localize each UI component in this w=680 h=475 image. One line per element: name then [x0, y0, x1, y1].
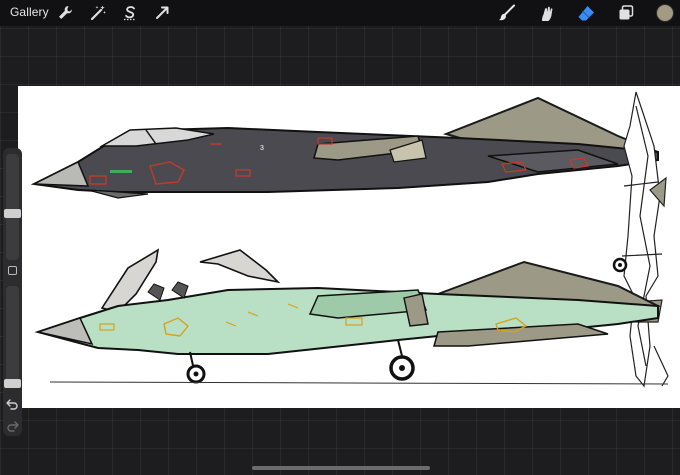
top-toolbar: Gallery — [0, 0, 680, 26]
eraser-icon[interactable] — [576, 3, 596, 23]
modify-square-icon[interactable] — [8, 266, 17, 275]
top-jet-sketch: 3 — [30, 96, 659, 199]
redo-icon[interactable] — [5, 418, 20, 433]
layers-icon[interactable] — [616, 3, 636, 23]
jet-sketch-drawing: 3 — [30, 91, 669, 388]
bottom-jet-sketch — [34, 248, 669, 385]
brush-sidebar — [3, 148, 22, 436]
wrench-icon[interactable] — [55, 3, 75, 23]
magic-wand-icon[interactable] — [88, 3, 108, 23]
drawing-canvas[interactable]: 3 — [18, 86, 680, 408]
brush-opacity-slider[interactable] — [4, 286, 21, 388]
transform-arrow-icon[interactable] — [152, 3, 172, 23]
brush-icon[interactable] — [497, 3, 517, 23]
selection-s-icon[interactable] — [120, 3, 140, 23]
smudge-icon[interactable] — [536, 3, 556, 23]
jet-marking-number: 3 — [260, 145, 264, 152]
right-edge-views-sketch — [612, 91, 669, 388]
brush-opacity-thumb[interactable] — [4, 379, 21, 388]
brush-size-slider[interactable] — [4, 154, 21, 260]
color-picker-swatch[interactable] — [656, 4, 674, 22]
gallery-button[interactable]: Gallery — [10, 5, 49, 19]
undo-icon[interactable] — [5, 396, 20, 411]
home-indicator — [252, 466, 430, 470]
brush-size-thumb[interactable] — [4, 209, 21, 218]
